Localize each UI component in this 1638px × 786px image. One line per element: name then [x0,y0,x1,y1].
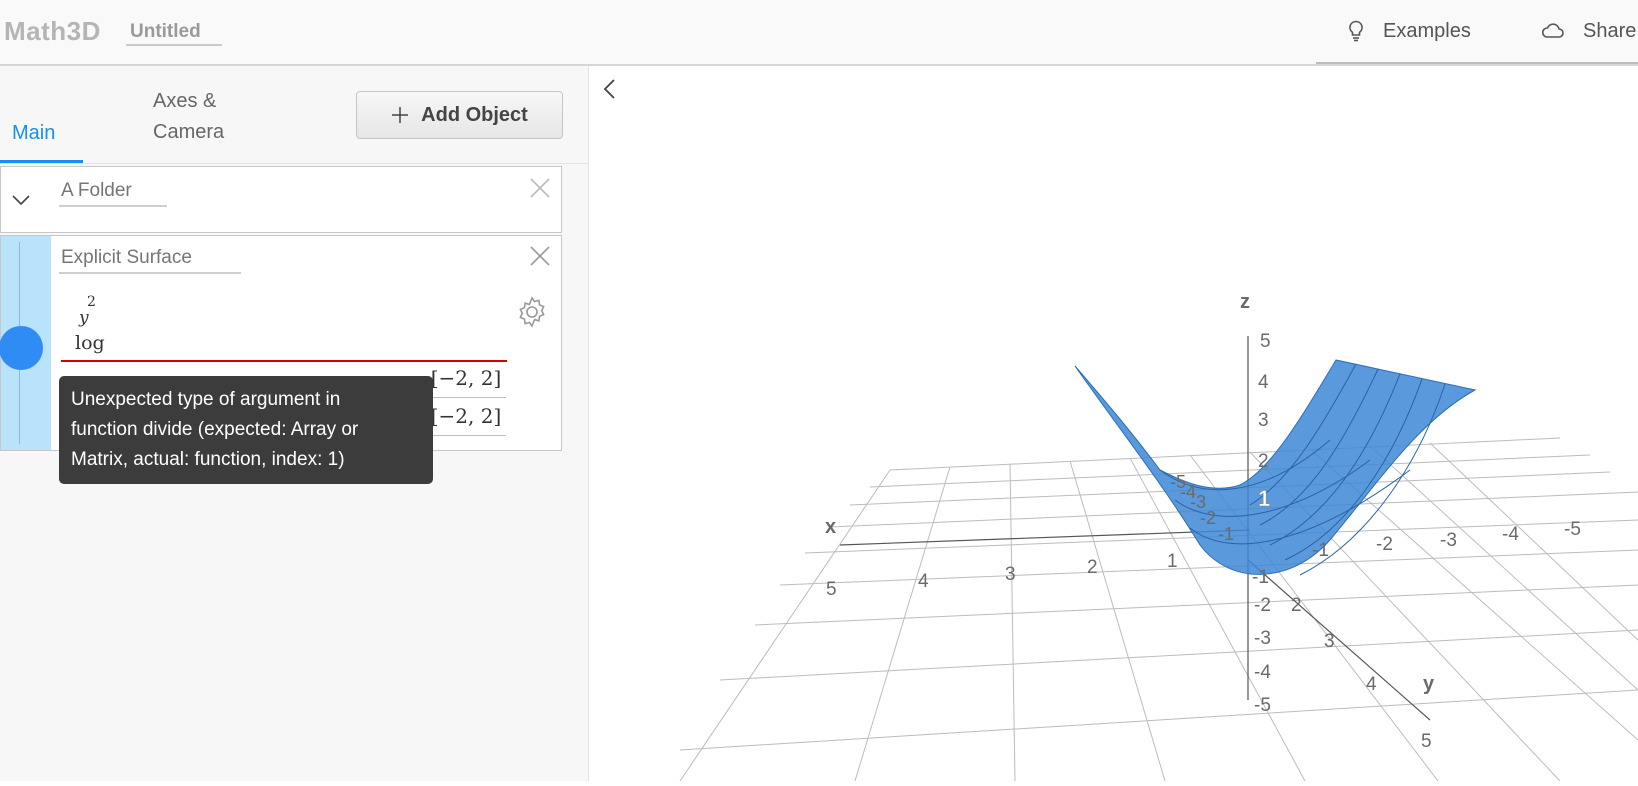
examples-button[interactable]: Examples [1347,16,1471,46]
x-tick: 5 [826,579,837,600]
inner-tick: -2 [1200,508,1216,528]
chevron-left-icon [603,79,615,99]
header-divider [1316,62,1638,64]
app-header: Math3D Examples Share [0,0,1638,66]
y-tick: -2 [1376,534,1393,555]
color-visibility-toggle[interactable] [0,326,43,370]
close-icon[interactable] [529,245,551,267]
add-object-button[interactable]: Add Object [356,91,563,139]
z-tick: -2 [1254,595,1271,616]
examples-label: Examples [1383,19,1471,42]
add-object-label: Add Object [421,103,528,126]
tab-axes-label-line2: Camera [153,121,225,143]
tab-main[interactable]: Main [12,118,55,149]
z-tick: -5 [1254,695,1271,716]
error-tooltip: Unexpected type of argument in function … [59,376,433,484]
z-axis-label: z [1240,291,1250,313]
cloud-icon [1541,23,1564,38]
tooltip-line-3: Matrix, actual: function, index: 1) [71,449,345,470]
graph-title-input[interactable] [126,20,222,46]
z-tick: -3 [1254,628,1271,649]
folder-object [0,166,562,233]
z-tick: 1 [1258,486,1270,511]
lightbulb-icon [1349,20,1363,42]
y-axis-label: y [1423,673,1435,695]
y-tick: 5 [1421,731,1432,752]
object-panel: Main Axes & Camera Add Object A Folder E… [0,66,589,781]
tab-axes-camera[interactable]: Axes & Camera [153,86,224,148]
share-button[interactable]: Share [1541,16,1636,46]
y-tick: -5 [1564,519,1581,540]
surface-name-input[interactable] [59,244,241,274]
3d-scene[interactable]: x z y 5 4 3 2 1 5 4 3 2 1 -1 -2 -3 -4 -5… [589,66,1638,782]
3d-canvas[interactable]: x z y 5 4 3 2 1 5 4 3 2 1 -1 -2 -3 -4 -5… [589,66,1638,782]
inner-tick: -1 [1218,524,1234,544]
z-tick: -4 [1254,662,1271,683]
y-range-input[interactable]: [−2, 2] [426,399,506,436]
floor-grid [679,437,1638,782]
tabs-divider [0,163,588,164]
y-tick: -4 [1502,524,1519,545]
y-tick: -1 [1312,540,1329,561]
app-logo: Math3D [4,16,101,46]
gear-icon[interactable] [516,296,548,328]
expr-log[interactable]: log [75,332,105,354]
z-tick: 5 [1260,331,1271,352]
share-label: Share [1583,19,1637,42]
tooltip-line-2: function divide (expected: Array or [71,419,359,440]
expr-superscript: 2 [87,294,96,310]
close-icon[interactable] [529,177,551,199]
x-tick: 3 [1005,564,1016,585]
y-tick: 2 [1291,595,1302,616]
y-tick: 3 [1324,631,1335,652]
x-tick: 1 [1167,551,1178,572]
expr-fragment-y: y [79,308,89,328]
z-tick: -1 [1252,567,1269,588]
y-tick: -3 [1440,530,1457,551]
chevron-down-icon[interactable] [11,193,31,207]
z-tick: 3 [1258,410,1269,431]
folder-name-input[interactable] [59,177,167,207]
tooltip-line-1: Unexpected type of argument in [71,389,341,410]
x-tick: 2 [1087,557,1098,578]
z-tick: 2 [1258,451,1269,472]
y-tick: 4 [1366,674,1377,695]
x-range-input[interactable]: [−2, 2] [426,361,506,398]
x-tick: 4 [918,571,929,592]
x-axis-label: x [825,516,836,538]
plus-icon [392,107,409,123]
y-axis-line [1247,559,1431,721]
tab-axes-label-line1: Axes & [153,90,217,112]
collapse-panel-button[interactable] [602,78,616,107]
z-tick: 4 [1258,372,1269,393]
